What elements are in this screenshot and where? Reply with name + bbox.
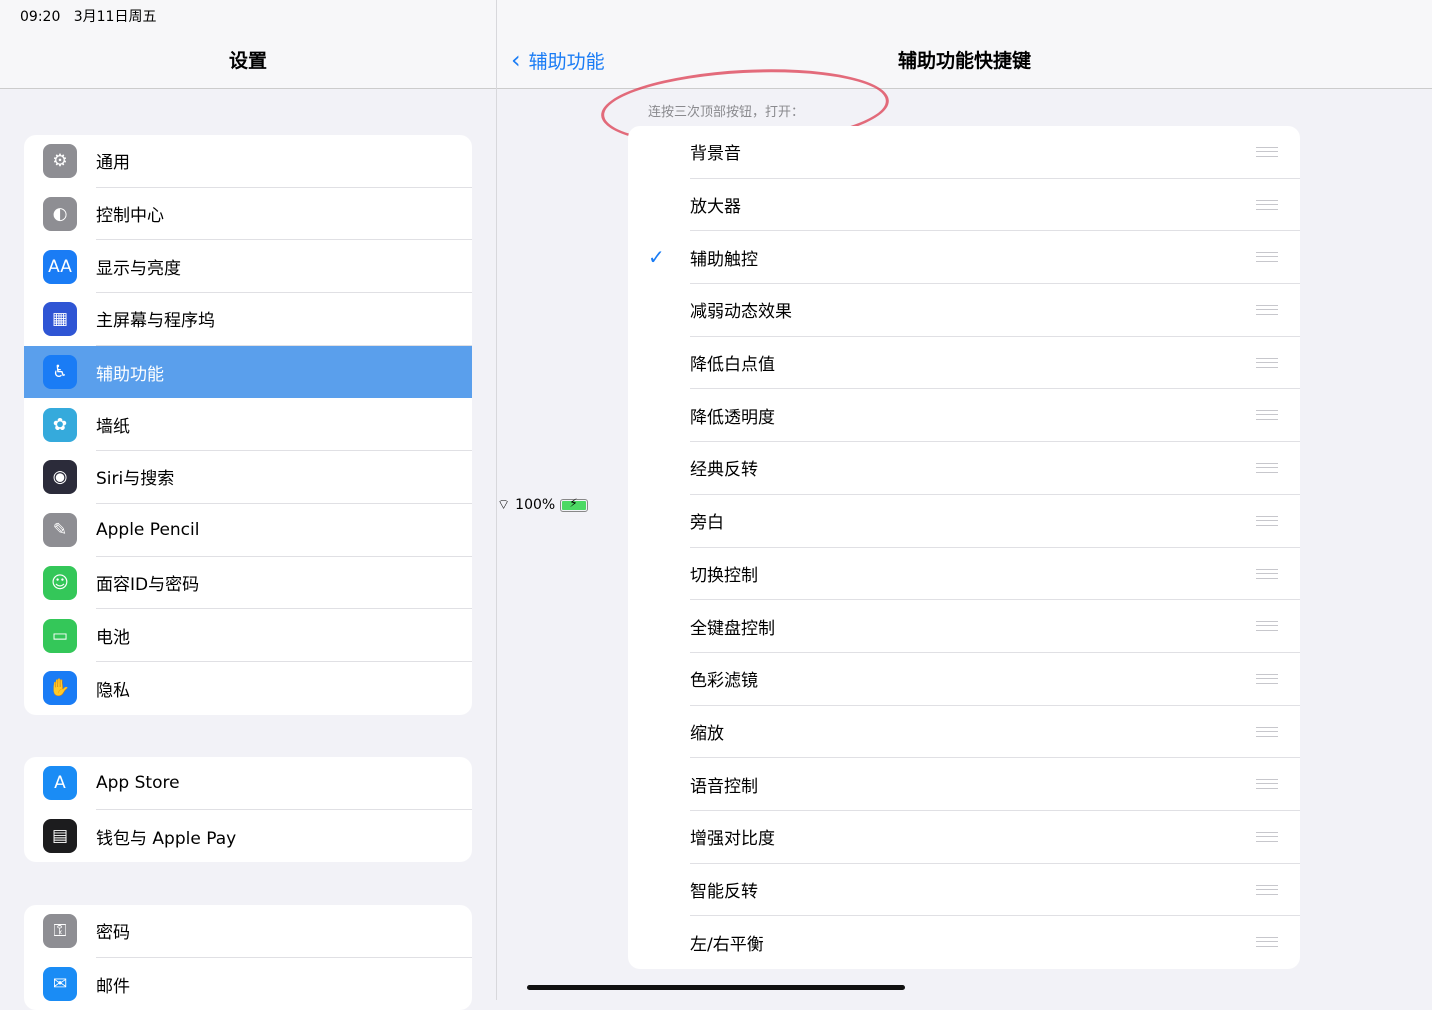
sidebar-item-label: Siri与搜索 bbox=[96, 451, 472, 504]
sidebar-item[interactable]: ✿ 墙纸 bbox=[24, 398, 472, 452]
sidebar-item[interactable]: ⚿ 密码 bbox=[24, 905, 472, 958]
accessibility-icon: ♿ bbox=[43, 355, 77, 390]
sidebar-item[interactable]: ✋ 隐私 bbox=[24, 662, 472, 715]
face-id-icon: ☺ bbox=[43, 565, 77, 600]
settings-group: ⚿ 密码 ✉ 邮件 bbox=[24, 905, 472, 1010]
date: 3月11日周五 bbox=[73, 9, 157, 25]
text-size-icon: AA bbox=[43, 249, 77, 284]
sidebar-item-label: 密码 bbox=[96, 905, 472, 958]
sidebar-item-label: 辅助功能 bbox=[96, 364, 164, 385]
settings-group: ⚙ 通用 ◐ 控制中心 AA 显示与亮度 ▦ 主屏幕与程序坞 ♿ 辅助功能 ✿ 墙纸 ◉ Siri与搜索 ✎… bbox=[24, 135, 472, 715]
settings-sidebar: 设置 ⚙ 通用 ◐ 控制中心 AA 显示与亮度 ▦ 主屏幕与程序坞 ♿ 辅助功能 ✿ 墙纸 ◉ Siri与… bbox=[0, 0, 497, 1010]
sidebar-item-label: 隐私 bbox=[96, 680, 130, 701]
sidebar-item-label: 墙纸 bbox=[96, 398, 472, 452]
sidebar-item[interactable]: ⚙ 通用 bbox=[24, 135, 472, 188]
sidebar-item[interactable]: ◐ 控制中心 bbox=[24, 188, 472, 241]
siri-icon: ◉ bbox=[43, 460, 77, 495]
sidebar-item-label: App Store bbox=[96, 757, 472, 810]
sidebar-item[interactable]: ✎ Apple Pencil bbox=[24, 504, 472, 557]
gear-icon: ⚙ bbox=[43, 144, 77, 179]
wifi-icon: ⌔ bbox=[497, 497, 511, 513]
pencil-icon: ✎ bbox=[43, 513, 77, 548]
mail-icon: ✉ bbox=[43, 967, 77, 1002]
time: 09:20 bbox=[20, 9, 61, 25]
sidebar-item-label: 显示与亮度 bbox=[96, 240, 472, 294]
sidebar-item[interactable]: AA 显示与亮度 bbox=[24, 240, 472, 294]
settings-group: A App Store ▤ 钱包与 Apple Pay bbox=[24, 757, 472, 863]
battery-icon: ▭ bbox=[43, 618, 77, 653]
sidebar-item[interactable]: ♿ 辅助功能 bbox=[24, 345, 472, 399]
sidebar-title: 设置 bbox=[228, 50, 267, 72]
key-icon: ⚿ bbox=[43, 914, 77, 949]
app-store-icon: A bbox=[43, 766, 77, 801]
battery-percent: 100% bbox=[515, 497, 556, 513]
hand-icon: ✋ bbox=[43, 671, 77, 706]
toggle-icon: ◐ bbox=[43, 197, 77, 232]
sidebar-item-label: 电池 bbox=[96, 609, 472, 662]
sidebar-item[interactable]: A App Store bbox=[24, 757, 472, 810]
status-time: 09:20 3月11日周五 bbox=[20, 6, 156, 26]
sidebar-item[interactable]: ▦ 主屏幕与程序坞 bbox=[24, 293, 472, 346]
sidebar-item-label: 主屏幕与程序坞 bbox=[96, 293, 472, 346]
sidebar-item-label: 面容ID与密码 bbox=[96, 557, 472, 610]
battery-icon: ⚡ bbox=[560, 496, 589, 512]
home-grid-icon: ▦ bbox=[43, 302, 77, 337]
sidebar-item-label: 钱包与 Apple Pay bbox=[96, 828, 237, 849]
sidebar-item[interactable]: ☺ 面容ID与密码 bbox=[24, 557, 472, 610]
sidebar-item-label: 控制中心 bbox=[96, 188, 472, 241]
status-bar: 09:20 3月11日周五 ⌔ 100% ⚡ bbox=[0, 0, 1432, 513]
sidebar-item[interactable]: ✉ 邮件 bbox=[24, 958, 472, 1010]
flower-icon: ✿ bbox=[43, 407, 77, 442]
wallet-icon: ▤ bbox=[43, 819, 77, 854]
sidebar-item-label: 通用 bbox=[96, 135, 472, 188]
sidebar-item[interactable]: ◉ Siri与搜索 bbox=[24, 451, 472, 504]
sidebar-item-label: 邮件 bbox=[96, 976, 130, 997]
sidebar-item[interactable]: ▭ 电池 bbox=[24, 609, 472, 662]
sidebar-item[interactable]: ▤ 钱包与 Apple Pay bbox=[24, 810, 472, 863]
sidebar-item-label: Apple Pencil bbox=[96, 504, 472, 557]
